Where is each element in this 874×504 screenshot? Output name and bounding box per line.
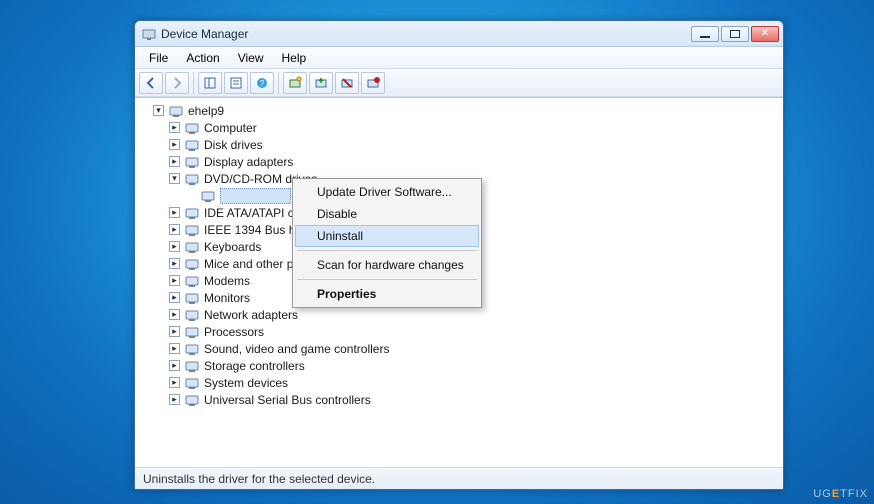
- tree-node-label: Network adapters: [204, 308, 298, 322]
- statusbar: Uninstalls the driver for the selected d…: [135, 467, 783, 489]
- tree-node[interactable]: ▸ Network adapters: [169, 306, 781, 323]
- context-menu-separator: [297, 250, 477, 251]
- expand-icon[interactable]: ▸: [169, 241, 180, 252]
- device-category-icon: [184, 325, 200, 339]
- menu-action[interactable]: Action: [178, 49, 227, 67]
- device-category-icon: [184, 240, 200, 254]
- tree-node[interactable]: ▸ System devices: [169, 374, 781, 391]
- device-category-icon: [184, 138, 200, 152]
- menu-view[interactable]: View: [230, 49, 272, 67]
- expand-icon[interactable]: ▾: [169, 173, 180, 184]
- uninstall-button[interactable]: [335, 72, 359, 94]
- context-menu-item[interactable]: Update Driver Software...: [295, 181, 479, 203]
- tree-node[interactable]: ▸ Display adapters: [169, 153, 781, 170]
- tree-node-label: Processors: [204, 325, 264, 339]
- caption-buttons: [691, 26, 779, 42]
- tree-root-node[interactable]: ▾ ehelp9: [153, 102, 781, 119]
- disable-button[interactable]: [361, 72, 385, 94]
- context-menu: Update Driver Software...DisableUninstal…: [292, 178, 482, 308]
- toolbar-separator: [278, 72, 279, 94]
- close-button[interactable]: [751, 26, 779, 42]
- expand-icon[interactable]: ▸: [169, 156, 180, 167]
- tree-node-label: Universal Serial Bus controllers: [204, 393, 371, 407]
- context-menu-item[interactable]: Scan for hardware changes: [295, 254, 479, 276]
- expand-icon[interactable]: ▸: [169, 343, 180, 354]
- device-category-icon: [184, 257, 200, 271]
- tree-node-label: ehelp9: [188, 104, 224, 118]
- device-category-icon: [184, 172, 200, 186]
- tree-node[interactable]: ▸ Storage controllers: [169, 357, 781, 374]
- titlebar[interactable]: Device Manager: [135, 21, 783, 47]
- tree-node-label: Modems: [204, 274, 250, 288]
- device-icon: [200, 189, 216, 203]
- tree-node-label: Monitors: [204, 291, 250, 305]
- tree-node-label: Disk drives: [204, 138, 263, 152]
- tree-node[interactable]: ▸ Processors: [169, 323, 781, 340]
- tree-node-label: Sound, video and game controllers: [204, 342, 389, 356]
- back-button[interactable]: [139, 72, 163, 94]
- forward-button[interactable]: [165, 72, 189, 94]
- status-text: Uninstalls the driver for the selected d…: [143, 472, 375, 486]
- device-category-icon: [184, 308, 200, 322]
- tree-node[interactable]: ▸ Disk drives: [169, 136, 781, 153]
- device-category-icon: [184, 223, 200, 237]
- expand-icon: [185, 190, 196, 201]
- expand-icon[interactable]: ▸: [169, 258, 180, 269]
- help-button[interactable]: ?: [250, 72, 274, 94]
- device-category-icon: [184, 359, 200, 373]
- device-category-icon: [184, 291, 200, 305]
- tree-node-label: Keyboards: [204, 240, 261, 254]
- window-title: Device Manager: [161, 27, 248, 41]
- expand-icon[interactable]: ▸: [169, 122, 180, 133]
- update-driver-button[interactable]: [309, 72, 333, 94]
- expand-icon[interactable]: ▸: [169, 139, 180, 150]
- device-category-icon: [184, 342, 200, 356]
- context-menu-item[interactable]: Properties: [295, 283, 479, 305]
- show-hide-tree-button[interactable]: [198, 72, 222, 94]
- svg-text:?: ?: [260, 79, 265, 88]
- toolbar-separator: [193, 72, 194, 94]
- app-icon: [141, 26, 157, 42]
- device-category-icon: [184, 393, 200, 407]
- tree-node[interactable]: ▸ Computer: [169, 119, 781, 136]
- tree-leaf[interactable]: [185, 187, 781, 204]
- maximize-button[interactable]: [721, 26, 749, 42]
- tree-node-label: Storage controllers: [204, 359, 305, 373]
- expand-icon[interactable]: ▸: [169, 224, 180, 235]
- menu-help[interactable]: Help: [274, 49, 315, 67]
- tree-node-label: [220, 188, 291, 204]
- tree-node[interactable]: ▸ Universal Serial Bus controllers: [169, 391, 781, 408]
- minimize-button[interactable]: [691, 26, 719, 42]
- expand-icon[interactable]: ▸: [169, 326, 180, 337]
- tree-node-label: System devices: [204, 376, 288, 390]
- menubar: File Action View Help: [135, 47, 783, 69]
- expand-icon[interactable]: ▸: [169, 394, 180, 405]
- expand-icon[interactable]: ▸: [169, 309, 180, 320]
- expand-icon[interactable]: ▸: [169, 292, 180, 303]
- device-category-icon: [184, 121, 200, 135]
- tree-node[interactable]: ▸ Sound, video and game controllers: [169, 340, 781, 357]
- device-category-icon: [184, 155, 200, 169]
- context-menu-item[interactable]: Disable: [295, 203, 479, 225]
- device-category-icon: [184, 376, 200, 390]
- expand-icon[interactable]: ▸: [169, 377, 180, 388]
- expand-icon[interactable]: ▸: [169, 275, 180, 286]
- menu-file[interactable]: File: [141, 49, 176, 67]
- device-category-icon: [184, 274, 200, 288]
- watermark: UGETFIX: [813, 488, 868, 500]
- tree-node-label: Computer: [204, 121, 257, 135]
- collapse-icon[interactable]: ▾: [153, 105, 164, 116]
- scan-hardware-button[interactable]: [283, 72, 307, 94]
- context-menu-item[interactable]: Uninstall: [295, 225, 479, 247]
- expand-icon[interactable]: ▸: [169, 207, 180, 218]
- context-menu-separator: [297, 279, 477, 280]
- expand-icon[interactable]: ▸: [169, 360, 180, 371]
- toolbar: ?: [135, 69, 783, 97]
- device-category-icon: [184, 206, 200, 220]
- properties-button[interactable]: [224, 72, 248, 94]
- tree-node-label: Display adapters: [204, 155, 293, 169]
- computer-icon: [168, 104, 184, 118]
